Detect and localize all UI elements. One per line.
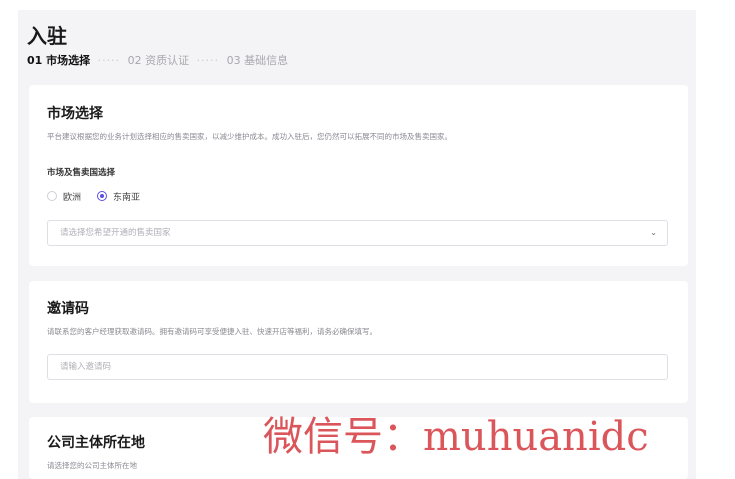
- market-section-description: 平台建议根据您的业务计划选择相应的售卖国家，以减少维护成本。成功入驻后，您仍然可…: [47, 132, 452, 141]
- invite-code-input[interactable]: 请输入邀请码: [47, 354, 668, 380]
- step-separator: ·····: [97, 54, 121, 67]
- radio-southeast-asia[interactable]: 东南亚: [97, 190, 140, 203]
- step-basic-info[interactable]: 03 基础信息: [227, 53, 289, 69]
- step-indicator: 01 市场选择 ····· 02 资质认证 ····· 03 基础信息: [27, 53, 288, 69]
- radio-southeast-asia-label: 东南亚: [113, 192, 141, 203]
- radio-europe-label: 欧洲: [63, 192, 82, 203]
- radio-europe[interactable]: 欧洲: [47, 190, 81, 203]
- invite-section-description: 请联系您的客户经理获取邀请码。拥有邀请码可享受便捷入驻、快速开店等福利，请务必确…: [47, 327, 377, 336]
- company-section-title: 公司主体所在地: [47, 435, 145, 451]
- invite-section-title: 邀请码: [47, 301, 89, 317]
- watermark-text: 微信号：muhuanidc: [263, 414, 649, 460]
- radio-southeast-asia-indicator[interactable]: [97, 191, 108, 201]
- invite-code-card: 邀请码 请联系您的客户经理获取邀请码。拥有邀请码可享受便捷入驻、快速开店等福利，…: [29, 281, 688, 403]
- step-separator: ·····: [196, 54, 220, 67]
- market-section-title: 市场选择: [47, 106, 103, 122]
- country-select-placeholder: 请选择您希望开通的售卖国家: [60, 228, 171, 238]
- chevron-down-icon[interactable]: ⌄: [650, 221, 657, 245]
- page-title: 入驻: [27, 24, 67, 48]
- step-market[interactable]: 01 市场选择: [27, 53, 90, 69]
- country-select[interactable]: 请选择您希望开通的售卖国家 ⌄: [47, 220, 668, 246]
- market-radio-group: 欧洲 东南亚: [47, 189, 156, 203]
- company-section-description: 请选择您的公司主体所在地: [47, 461, 137, 470]
- radio-europe-indicator[interactable]: [47, 191, 57, 201]
- market-selection-card: 市场选择 平台建议根据您的业务计划选择相应的售卖国家，以减少维护成本。成功入驻后…: [29, 85, 688, 266]
- step-qualification[interactable]: 02 资质认证: [128, 53, 190, 69]
- invite-code-placeholder: 请输入邀请码: [60, 362, 112, 372]
- market-field-label: 市场及售卖国选择: [47, 168, 116, 178]
